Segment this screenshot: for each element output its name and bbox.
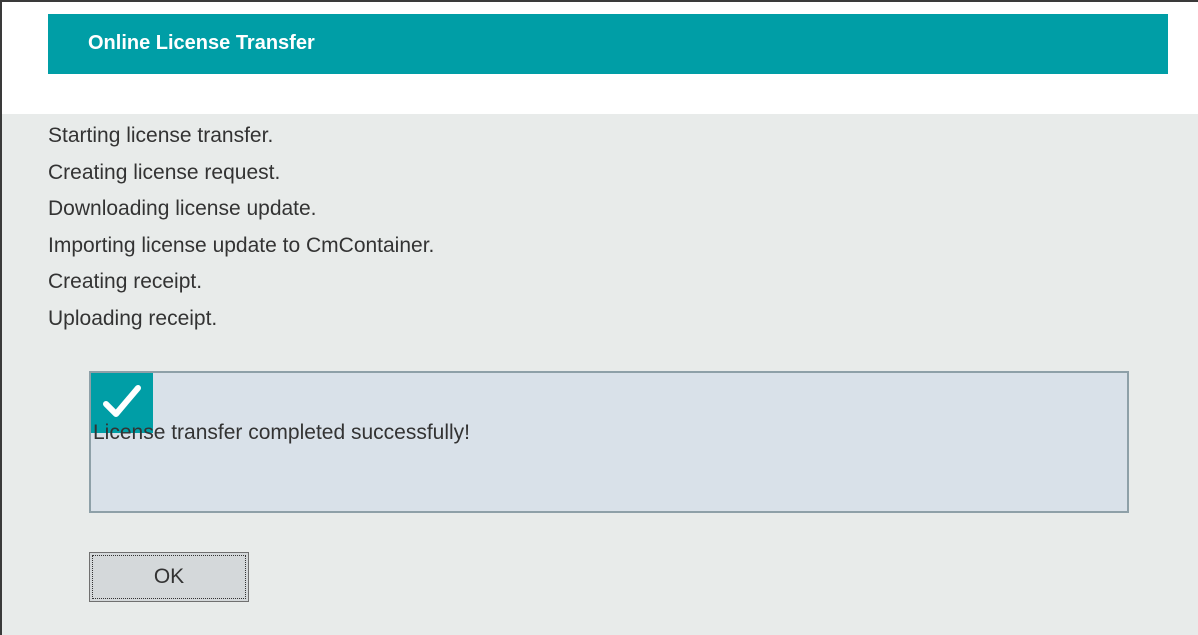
result-message: License transfer completed successfully! [93,421,471,444]
log-line: Starting license transfer. [48,124,274,147]
result-panel: License transfer completed successfully! [89,371,1129,513]
log-line: Creating license request. [48,160,281,184]
ok-button[interactable]: OK [89,552,249,602]
log-line: Creating receipt. [48,270,203,293]
dialog-title: Online License Transfer [88,32,315,54]
log-line: Downloading license update. [48,197,317,220]
log-line: Uploading receipt. [48,306,218,330]
dialog-content: Starting license transfer. Creating lice… [2,114,1198,635]
dialog-header: Online License Transfer [2,2,1198,114]
ok-button-label: OK [92,555,246,599]
transfer-log: Starting license transfer. Creating lice… [48,118,434,337]
license-transfer-dialog: Online License Transfer Starting license… [0,0,1198,635]
log-line: Importing license update to CmContainer. [48,233,435,257]
title-bar: Online License Transfer [48,14,1168,74]
